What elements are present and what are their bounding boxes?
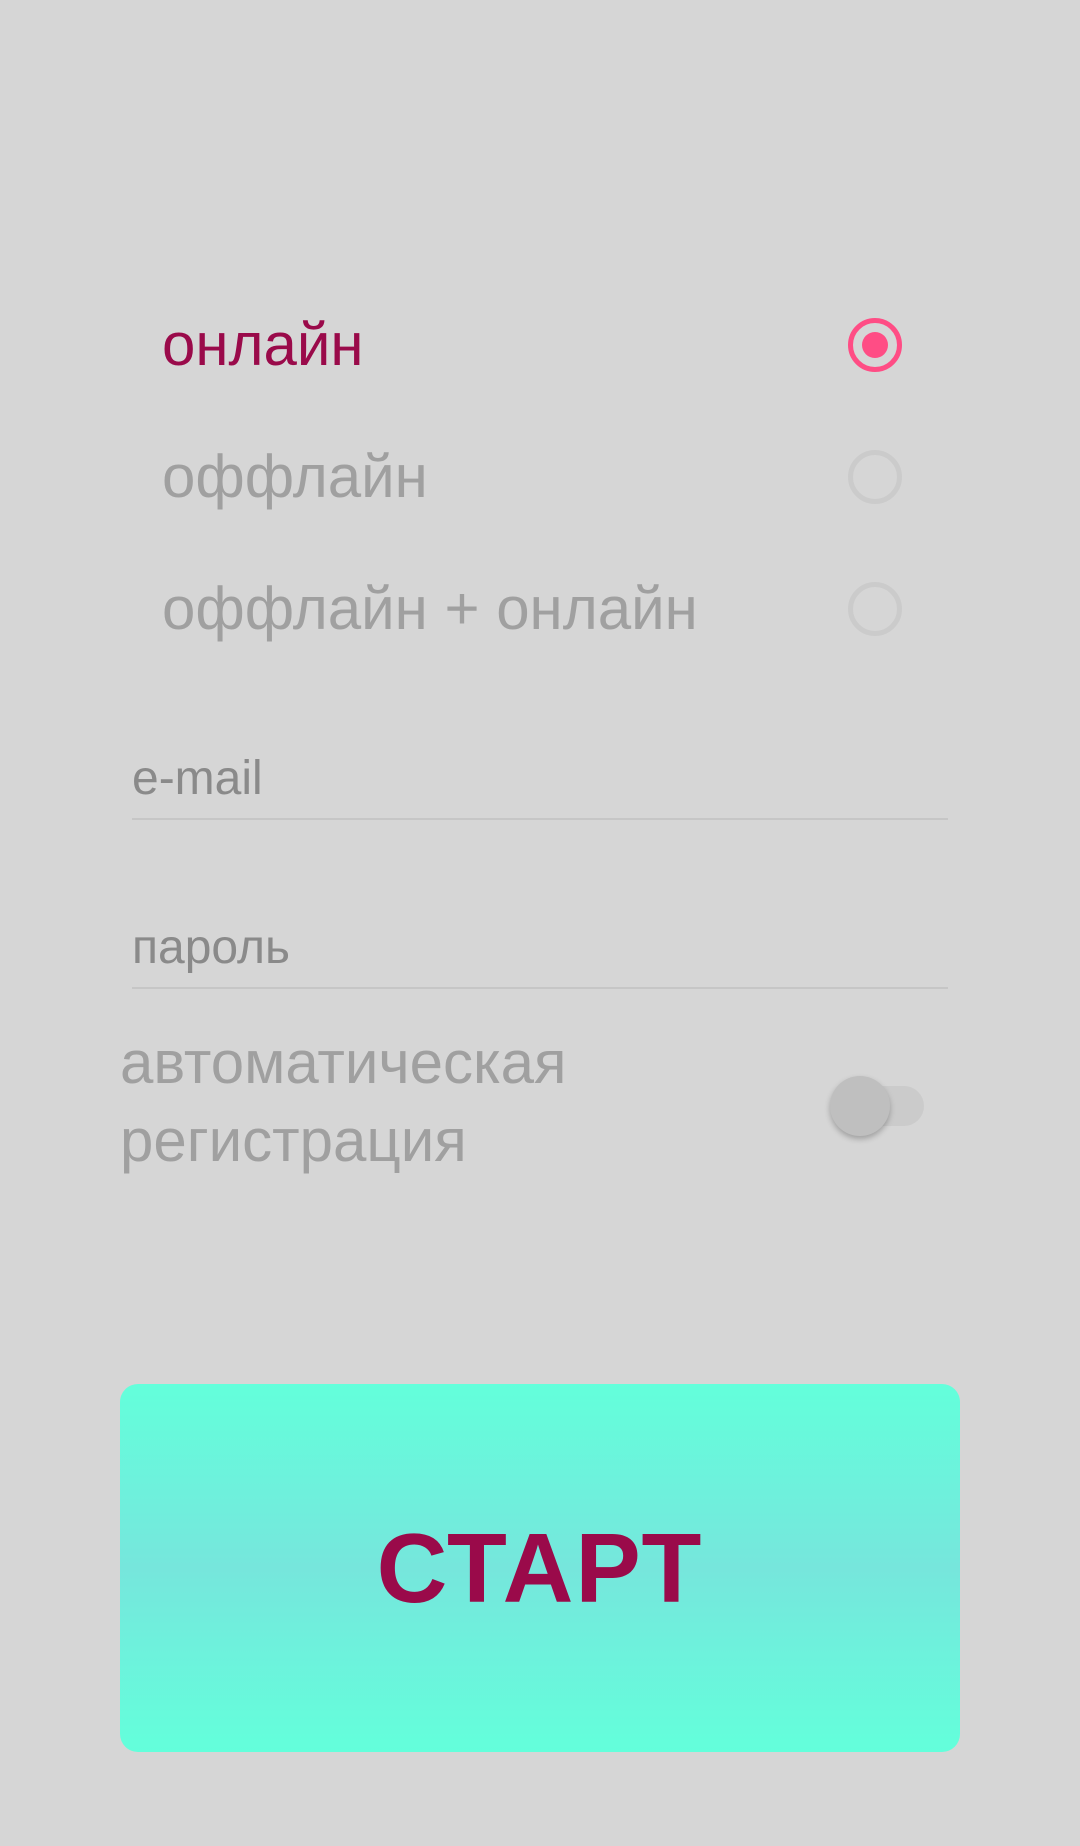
auto-registration-label: автоматическая регистрация [120,1029,567,1174]
radio-option-label: оффлайн [162,443,428,510]
radio-option-label: онлайн [162,311,364,378]
start-button[interactable]: СТАРТ [120,1384,960,1752]
radio-option-offline[interactable]: оффлайн [162,422,902,532]
switch-thumb [830,1076,890,1136]
auto-registration-switch[interactable] [830,1064,930,1136]
radio-checked-icon[interactable] [848,318,902,372]
auto-registration-row: автоматическая регистрация [120,1024,930,1184]
radio-unchecked-icon[interactable] [848,582,902,636]
email-field[interactable] [132,751,948,806]
password-field-container [132,897,948,989]
radio-option-offline-online[interactable]: оффлайн + онлайн [162,554,902,664]
radio-unchecked-icon[interactable] [848,450,902,504]
password-field[interactable] [132,920,948,975]
radio-option-online[interactable]: онлайн [162,290,902,400]
email-field-container [132,728,948,820]
start-button-label: СТАРТ [376,1512,704,1623]
radio-option-label: оффлайн + онлайн [162,575,698,642]
